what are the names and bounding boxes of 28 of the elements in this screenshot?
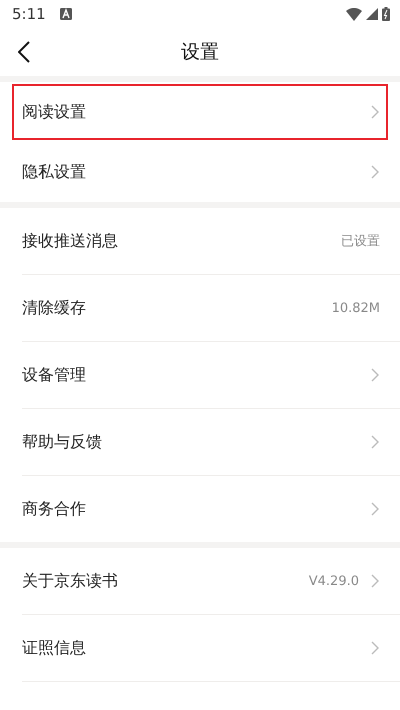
- row-label: 清除缓存: [22, 298, 86, 318]
- row-value: V4.29.0: [308, 574, 359, 588]
- wifi-icon: [346, 8, 362, 20]
- page-title: 设置: [181, 40, 219, 65]
- back-button[interactable]: [16, 39, 32, 65]
- notification-icon: [60, 8, 72, 20]
- row-label: 设备管理: [22, 364, 86, 386]
- row-label: 商务合作: [22, 498, 86, 520]
- row-label: 帮助与反馈: [22, 432, 102, 452]
- settings-row[interactable]: 帮助与反馈: [0, 409, 400, 475]
- row-label: 阅读设置: [22, 102, 86, 122]
- row-label: 证照信息: [22, 638, 86, 658]
- settings-row[interactable]: 关于京东读书 V4.29.0: [0, 548, 400, 614]
- status-time: 5:11: [12, 5, 46, 23]
- settings-row[interactable]: 阅读设置: [10, 82, 390, 142]
- settings-row[interactable]: 商务合作: [0, 476, 400, 542]
- settings-row[interactable]: 设备管理: [0, 342, 400, 408]
- row-value: 已设置: [341, 233, 380, 250]
- battery-icon: [382, 7, 390, 21]
- row-label: 接收推送消息: [22, 230, 118, 252]
- signal-icon: [366, 8, 378, 20]
- settings-row[interactable]: 隐私设置: [0, 142, 400, 202]
- row-label: 关于京东读书: [22, 570, 118, 592]
- row-label: 隐私设置: [22, 162, 86, 182]
- settings-row[interactable]: 接收推送消息 已设置: [0, 208, 400, 274]
- settings-row[interactable]: 清除缓存 10.82M: [0, 275, 400, 341]
- row-value: 10.82M: [332, 300, 380, 316]
- settings-row[interactable]: 证照信息: [0, 615, 400, 681]
